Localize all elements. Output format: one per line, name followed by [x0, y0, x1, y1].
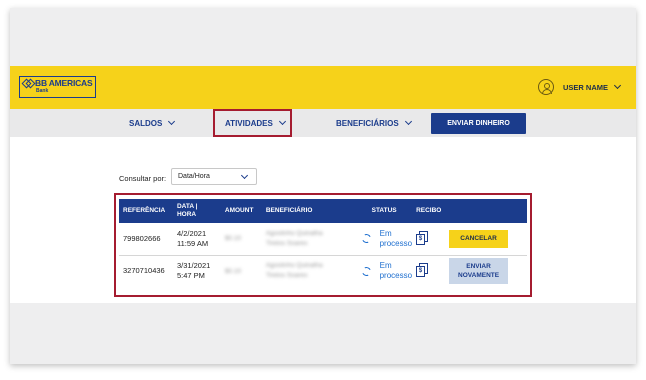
- cell-beneficiary: Agostinho Quinalha Tirelos Soares: [262, 223, 358, 255]
- cell-reference: 799802666: [123, 233, 161, 243]
- col-header-action: [445, 199, 527, 223]
- cell-date-time: 5:47 PM: [176, 271, 205, 281]
- resend-label-line2: NOVAMENTE: [458, 272, 500, 280]
- refresh-icon[interactable]: [360, 265, 372, 278]
- cell-date: 3/31/2021 5:47 PM: [173, 255, 221, 287]
- filter-selected-value: Data/Hora: [178, 173, 210, 180]
- cell-action: ENVIAR NOVAMENTE: [445, 255, 527, 287]
- status-line2: processo: [379, 271, 413, 281]
- cell-action: CANCELAR: [445, 223, 527, 255]
- main-nav: SALDOS ATIVIDADES BENEFICIÁRIOS ENVIAR D…: [10, 109, 636, 137]
- nav-item-beneficiarios[interactable]: BENEFICIÁRIOS: [336, 109, 412, 137]
- cancel-button[interactable]: CANCELAR: [449, 229, 509, 248]
- cell-receipt: [412, 255, 445, 287]
- refresh-icon[interactable]: [360, 232, 372, 245]
- col-header-reference[interactable]: REFERÊNCIA: [119, 199, 173, 223]
- cell-date: 4/2/2021 11:59 AM: [173, 223, 221, 255]
- beneficiary-name-line1: Agostinho Quinalha: [265, 229, 323, 237]
- brand-logo[interactable]: BB AMERICAS Bank: [19, 76, 96, 98]
- col-header-date[interactable]: DATA | HORA: [173, 199, 221, 223]
- col-header-date-line2: HORA: [176, 211, 197, 218]
- cell-receipt: [412, 223, 445, 255]
- receipt-icon[interactable]: [416, 263, 429, 278]
- nav-label: BENEFICIÁRIOS: [336, 118, 399, 128]
- resend-button[interactable]: ENVIAR NOVAMENTE: [449, 258, 509, 285]
- col-header-receipt[interactable]: RECIBO: [412, 199, 445, 223]
- status-text: Em processo: [380, 229, 412, 249]
- cell-amount: $0.10: [221, 255, 262, 287]
- status-line1: Em: [379, 261, 392, 271]
- cell-beneficiary: Agostinho Quinalha Tirelos Soares: [262, 255, 358, 287]
- status-line1: Em: [379, 228, 392, 238]
- user-menu[interactable]: USER NAME: [537, 79, 622, 95]
- cell-date-day: 4/2/2021: [176, 228, 207, 238]
- send-money-button[interactable]: ENVIAR DINHEIRO: [431, 113, 526, 134]
- beneficiary-name-line2: Tirelos Soares: [265, 239, 308, 247]
- cell-date-time: 11:59 AM: [176, 238, 209, 248]
- cell-reference: 3270710436: [123, 266, 165, 276]
- beneficiary-name-line2: Tirelos Soares: [265, 272, 308, 280]
- filter-select[interactable]: Data/Hora: [171, 168, 257, 185]
- chevron-down-icon: [613, 81, 622, 89]
- table-row: 3270710436 3/31/2021 5:47 PM $0.10 Agost…: [119, 255, 527, 287]
- nav-item-saldos[interactable]: SALDOS: [129, 109, 176, 137]
- cell-status: Em processo: [358, 223, 412, 255]
- bb-logo-icon: [23, 79, 33, 88]
- cancel-label: CANCELAR: [460, 235, 497, 243]
- chevron-down-icon: [404, 117, 412, 125]
- filter-label: Consultar por:: [119, 174, 167, 183]
- table-header-row: REFERÊNCIA DATA | HORA AMOUNT BENEFICIÁR…: [119, 199, 527, 223]
- cell-date-day: 3/31/2021: [176, 261, 211, 271]
- app-window: BB AMERICAS Bank USER NAME SALDOS ATIVID…: [10, 8, 636, 364]
- cell-amount: $0.10: [221, 223, 262, 255]
- header-bar: BB AMERICAS Bank USER NAME: [10, 66, 636, 109]
- beneficiary-name-line1: Agostinho Quinalha: [265, 262, 323, 270]
- status-text: Em processo: [380, 261, 412, 281]
- amount-value: $0.10: [224, 235, 242, 243]
- cell-status: Em processo: [358, 255, 412, 287]
- receipt-icon[interactable]: [416, 230, 429, 245]
- resend-label-line1: ENVIAR: [466, 263, 491, 271]
- nav-label: SALDOS: [129, 118, 163, 128]
- user-name: USER NAME: [562, 82, 608, 92]
- status-line2: processo: [379, 238, 413, 248]
- col-header-amount[interactable]: AMOUNT: [221, 199, 262, 223]
- amount-value: $0.10: [224, 267, 242, 275]
- chevron-down-icon: [240, 171, 249, 180]
- user-avatar-icon: [537, 79, 554, 95]
- col-header-beneficiary[interactable]: BENEFICIÁRIO: [262, 199, 358, 223]
- col-header-date-line1: DATA |: [176, 203, 198, 210]
- highlight-box: [213, 109, 292, 137]
- chevron-down-icon: [168, 117, 176, 125]
- table-row: 799802666 4/2/2021 11:59 AM $0.10 Agosti…: [119, 223, 527, 255]
- brand-subtitle: Bank: [36, 88, 49, 94]
- brand-name: BB AMERICAS: [35, 78, 93, 88]
- activity-table: REFERÊNCIA DATA | HORA AMOUNT BENEFICIÁR…: [119, 199, 527, 287]
- col-header-status[interactable]: STATUS: [358, 199, 412, 223]
- activity-panel: Consultar por: Data/Hora REFERÊNCIA DATA…: [10, 137, 636, 303]
